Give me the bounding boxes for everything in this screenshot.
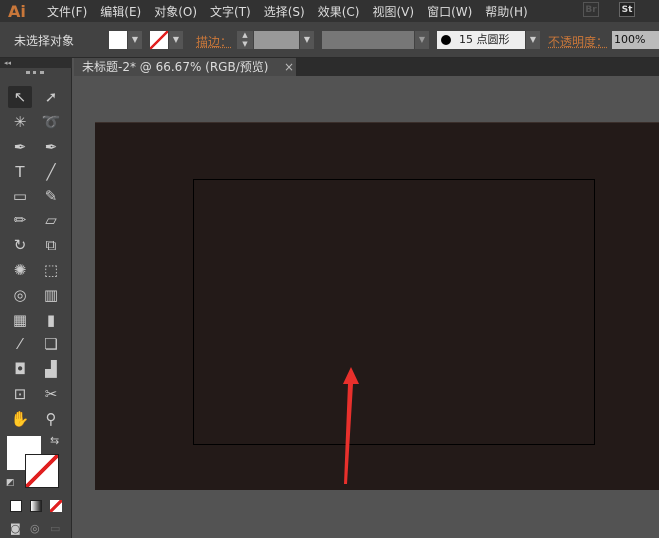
annotation-overlay — [343, 367, 359, 484]
red-arrow-annotation — [343, 367, 359, 484]
